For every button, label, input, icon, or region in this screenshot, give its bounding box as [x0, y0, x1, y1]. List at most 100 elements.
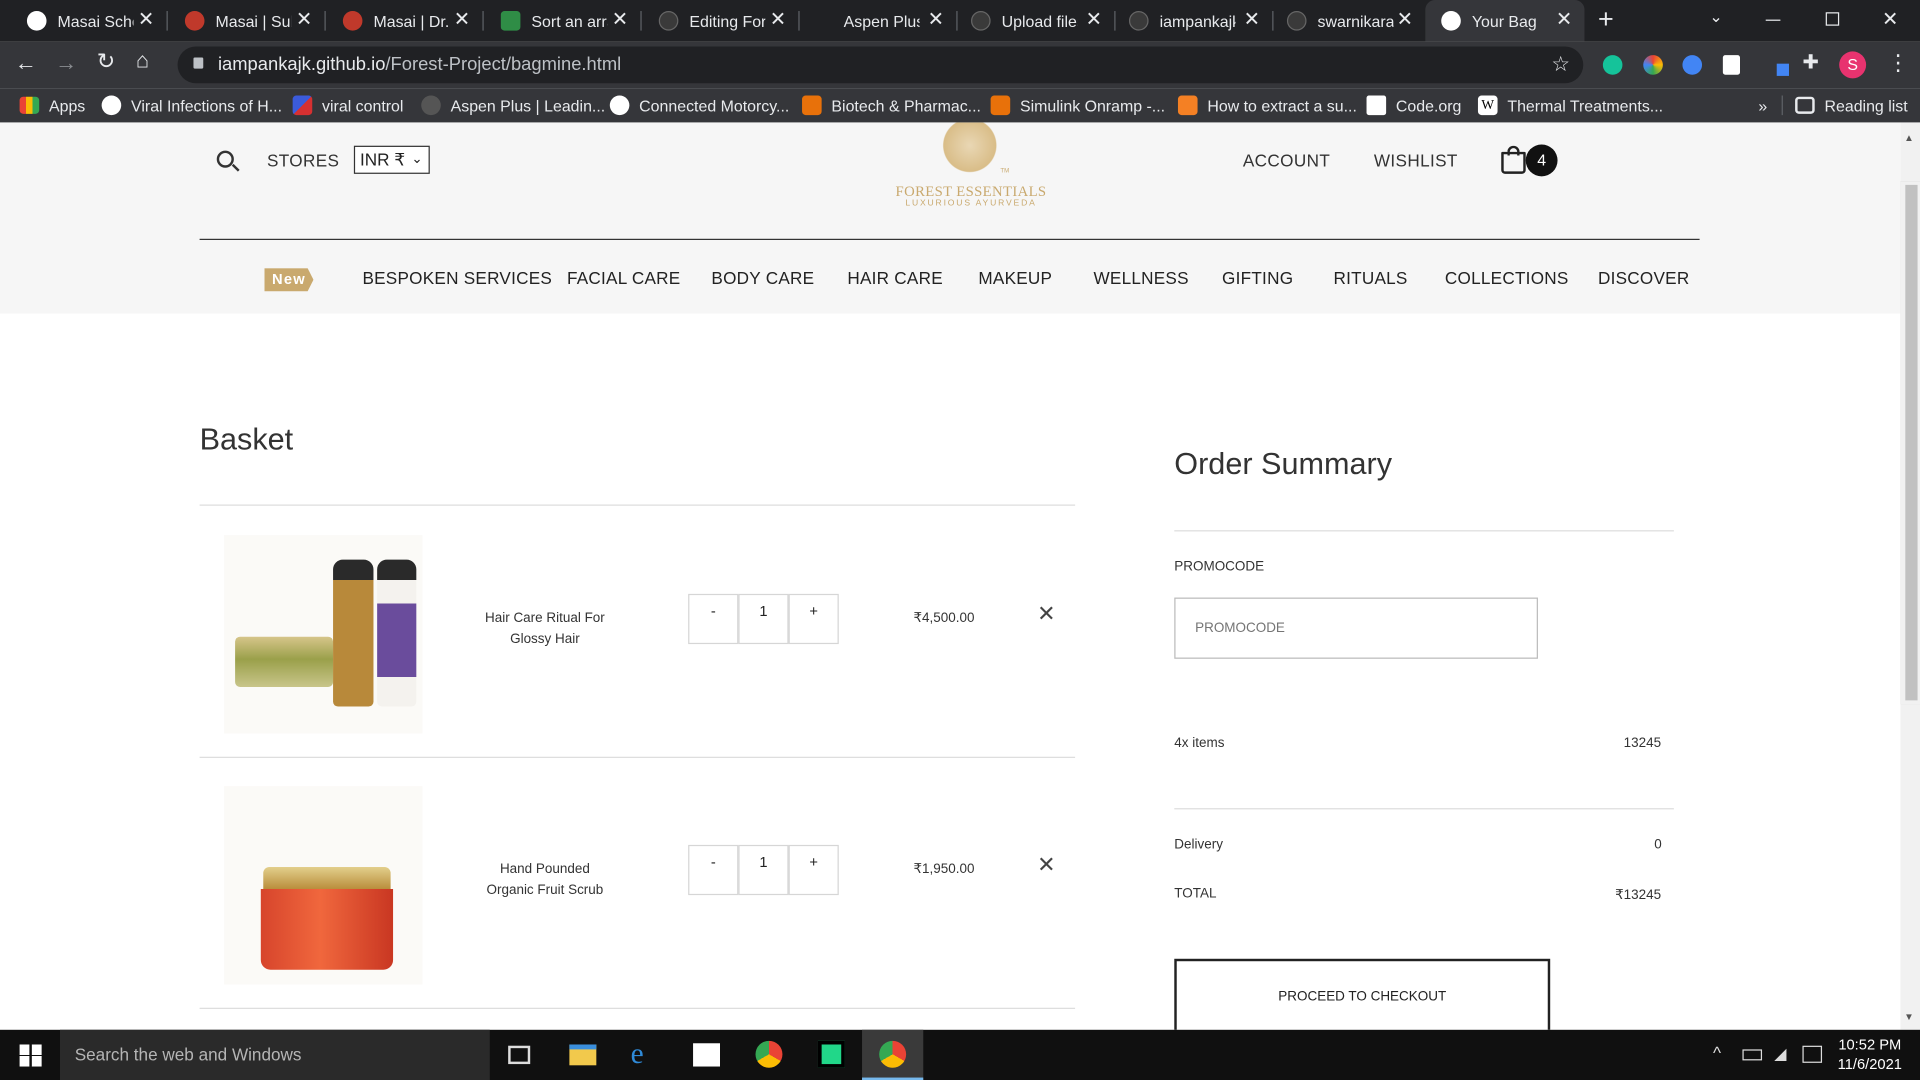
- close-tab-icon[interactable]: ✕: [296, 10, 312, 31]
- profile-avatar[interactable]: S: [1839, 51, 1867, 79]
- window-close-icon[interactable]: ✕: [1882, 7, 1898, 31]
- minimize-icon[interactable]: [1765, 19, 1781, 21]
- quantity-increase-button[interactable]: +: [788, 593, 839, 645]
- tab-masai-school[interactable]: Masai Scho ✕: [0, 0, 167, 42]
- bookmark-connected-motorcycle[interactable]: Connected Motorcy...: [609, 88, 789, 122]
- product-name[interactable]: Hair Care Ritual For Glossy Hair: [470, 609, 619, 651]
- wifi-icon[interactable]: ◢: [1774, 1044, 1786, 1064]
- restore-icon[interactable]: [1825, 12, 1840, 26]
- notification-icon[interactable]: [1802, 1045, 1823, 1063]
- close-tab-icon[interactable]: ✕: [454, 10, 470, 31]
- reload-icon[interactable]: ↻: [97, 49, 115, 75]
- product-image-hair-care-ritual[interactable]: [224, 535, 423, 734]
- file-explorer-icon[interactable]: [569, 1044, 597, 1066]
- scrollbar-thumb[interactable]: [1900, 181, 1920, 705]
- grammarly-icon[interactable]: [1602, 55, 1623, 75]
- bookmark-thermal-treatments[interactable]: W Thermal Treatments...: [1477, 88, 1663, 122]
- taskbar-search-box[interactable]: Search the web and Windows: [60, 1029, 490, 1080]
- scroll-down-arrow-icon[interactable]: ▼: [1904, 1011, 1914, 1022]
- new-badge[interactable]: New: [264, 268, 314, 292]
- extensions-puzzle-icon[interactable]: ✚: [1802, 50, 1818, 74]
- tab-upload-files[interactable]: Upload files ✕: [956, 0, 1114, 42]
- quantity-decrease-button[interactable]: -: [688, 593, 739, 645]
- tab-sort-array[interactable]: Sort an arra ✕: [482, 0, 640, 42]
- close-tab-icon[interactable]: ✕: [1244, 10, 1260, 31]
- battery-icon[interactable]: [1742, 1049, 1763, 1061]
- google-icon: [101, 95, 122, 116]
- close-tab-icon[interactable]: ✕: [1397, 10, 1413, 31]
- close-tab-icon[interactable]: ✕: [770, 10, 786, 31]
- account-link[interactable]: ACCOUNT: [1243, 151, 1330, 171]
- notes-extension-icon[interactable]: [1722, 55, 1741, 75]
- bookmark-code-org[interactable]: Code.org: [1366, 88, 1461, 122]
- bookmark-viral-infections[interactable]: Viral Infections of H...: [101, 88, 282, 122]
- quantity-decrease-button[interactable]: -: [688, 844, 739, 896]
- color-picker-extension-icon[interactable]: [1643, 55, 1663, 75]
- taskbar-clock[interactable]: 10:52 PM 11/6/2021: [1833, 1035, 1906, 1074]
- bookmark-star-icon[interactable]: ☆: [1551, 47, 1570, 84]
- home-icon[interactable]: ⌂: [136, 48, 149, 74]
- back-icon[interactable]: ←: [15, 50, 37, 76]
- windows-start-icon[interactable]: [19, 1044, 42, 1067]
- product-name[interactable]: Hand Pounded Organic Fruit Scrub: [470, 860, 619, 902]
- quantity-value[interactable]: 1: [738, 593, 789, 645]
- chrome-icon[interactable]: [755, 1040, 783, 1068]
- quantity-increase-button[interactable]: +: [788, 844, 839, 896]
- close-tab-icon[interactable]: ✕: [1556, 10, 1572, 31]
- tab-editing-forest[interactable]: Editing Fore ✕: [640, 0, 798, 42]
- nav-hair-care[interactable]: HAIR CARE: [847, 268, 943, 288]
- nav-facial-care[interactable]: FACIAL CARE: [567, 268, 681, 288]
- new-tab-button[interactable]: +: [1598, 6, 1614, 33]
- tab-swarnikaraj[interactable]: swarnikaraj ✕: [1272, 0, 1425, 42]
- nav-body-care[interactable]: BODY CARE: [711, 268, 814, 288]
- nav-bespoken-services[interactable]: BESPOKEN SERVICES: [362, 268, 552, 288]
- nav-makeup[interactable]: MAKEUP: [978, 268, 1052, 288]
- bookmark-simulink-onramp[interactable]: Simulink Onramp -...: [990, 88, 1165, 122]
- proceed-to-checkout-button[interactable]: PROCEED TO CHECKOUT: [1174, 958, 1551, 1030]
- bookmark-how-to-extract[interactable]: How to extract a su...: [1177, 88, 1357, 122]
- stores-link[interactable]: STORES: [267, 151, 339, 171]
- wishlist-link[interactable]: WISHLIST: [1374, 151, 1458, 171]
- bookmark-aspen-plus[interactable]: Aspen Plus | Leadin...: [421, 88, 605, 122]
- remove-item-icon[interactable]: ✕: [1037, 853, 1055, 875]
- currency-select[interactable]: INR ₹ ⌄: [353, 145, 430, 174]
- product-image-fruit-scrub[interactable]: [224, 786, 423, 985]
- store-icon[interactable]: [693, 1043, 721, 1067]
- pycharm-icon[interactable]: [817, 1040, 845, 1068]
- address-bar[interactable]: iampankajk.github.io/Forest-Project/bagm…: [177, 46, 1584, 84]
- scroll-up-arrow-icon[interactable]: ▲: [1904, 132, 1914, 143]
- bookmark-viral-control[interactable]: viral control: [292, 88, 403, 122]
- tab-search-chevron-icon[interactable]: ⌄: [1709, 7, 1722, 27]
- close-tab-icon[interactable]: ✕: [1086, 10, 1102, 31]
- tab-iampankajk[interactable]: iampankajk ✕: [1114, 0, 1272, 42]
- remove-item-icon[interactable]: ✕: [1037, 602, 1055, 624]
- forward-icon[interactable]: →: [55, 50, 77, 76]
- tab-aspen-plus[interactable]: Aspen Plus ✕: [798, 0, 956, 42]
- tray-chevron-up-icon[interactable]: ^: [1713, 1043, 1721, 1063]
- nav-discover[interactable]: DISCOVER: [1598, 268, 1690, 288]
- quantity-value[interactable]: 1: [738, 844, 789, 896]
- task-view-icon[interactable]: [508, 1045, 531, 1065]
- close-tab-icon[interactable]: ✕: [612, 10, 628, 31]
- active-chrome-taskbar-item[interactable]: [862, 1029, 924, 1080]
- promocode-input[interactable]: [1174, 597, 1538, 659]
- bookmark-biotech-pharma[interactable]: Biotech & Pharmac...: [802, 88, 981, 122]
- bookmarks-overflow-button[interactable]: »: [1758, 88, 1767, 122]
- tab-your-bag[interactable]: Your Bag ✕: [1425, 0, 1585, 42]
- nav-rituals[interactable]: RITUALS: [1333, 268, 1407, 288]
- total-value: ₹13245: [1615, 887, 1662, 903]
- edge-icon[interactable]: e: [631, 1040, 644, 1069]
- bookmark-apps[interactable]: Apps: [19, 88, 85, 122]
- nav-collections[interactable]: COLLECTIONS: [1445, 268, 1569, 288]
- globe-icon: [1441, 11, 1461, 31]
- extension-diamond-icon[interactable]: [1682, 55, 1703, 75]
- pen-extension-icon[interactable]: [1764, 54, 1789, 78]
- tab-masai-sub[interactable]: Masai | Sub ✕: [167, 0, 325, 42]
- close-tab-icon[interactable]: ✕: [138, 10, 154, 31]
- close-tab-icon[interactable]: ✕: [928, 10, 944, 31]
- nav-wellness[interactable]: WELLNESS: [1093, 268, 1188, 288]
- reading-list-button[interactable]: Reading list: [1795, 88, 1908, 122]
- menu-kebab-icon[interactable]: ⋮: [1887, 51, 1909, 73]
- nav-gifting[interactable]: GIFTING: [1222, 268, 1293, 288]
- tab-masai-dr[interactable]: Masai | Dr. ✕: [324, 0, 482, 42]
